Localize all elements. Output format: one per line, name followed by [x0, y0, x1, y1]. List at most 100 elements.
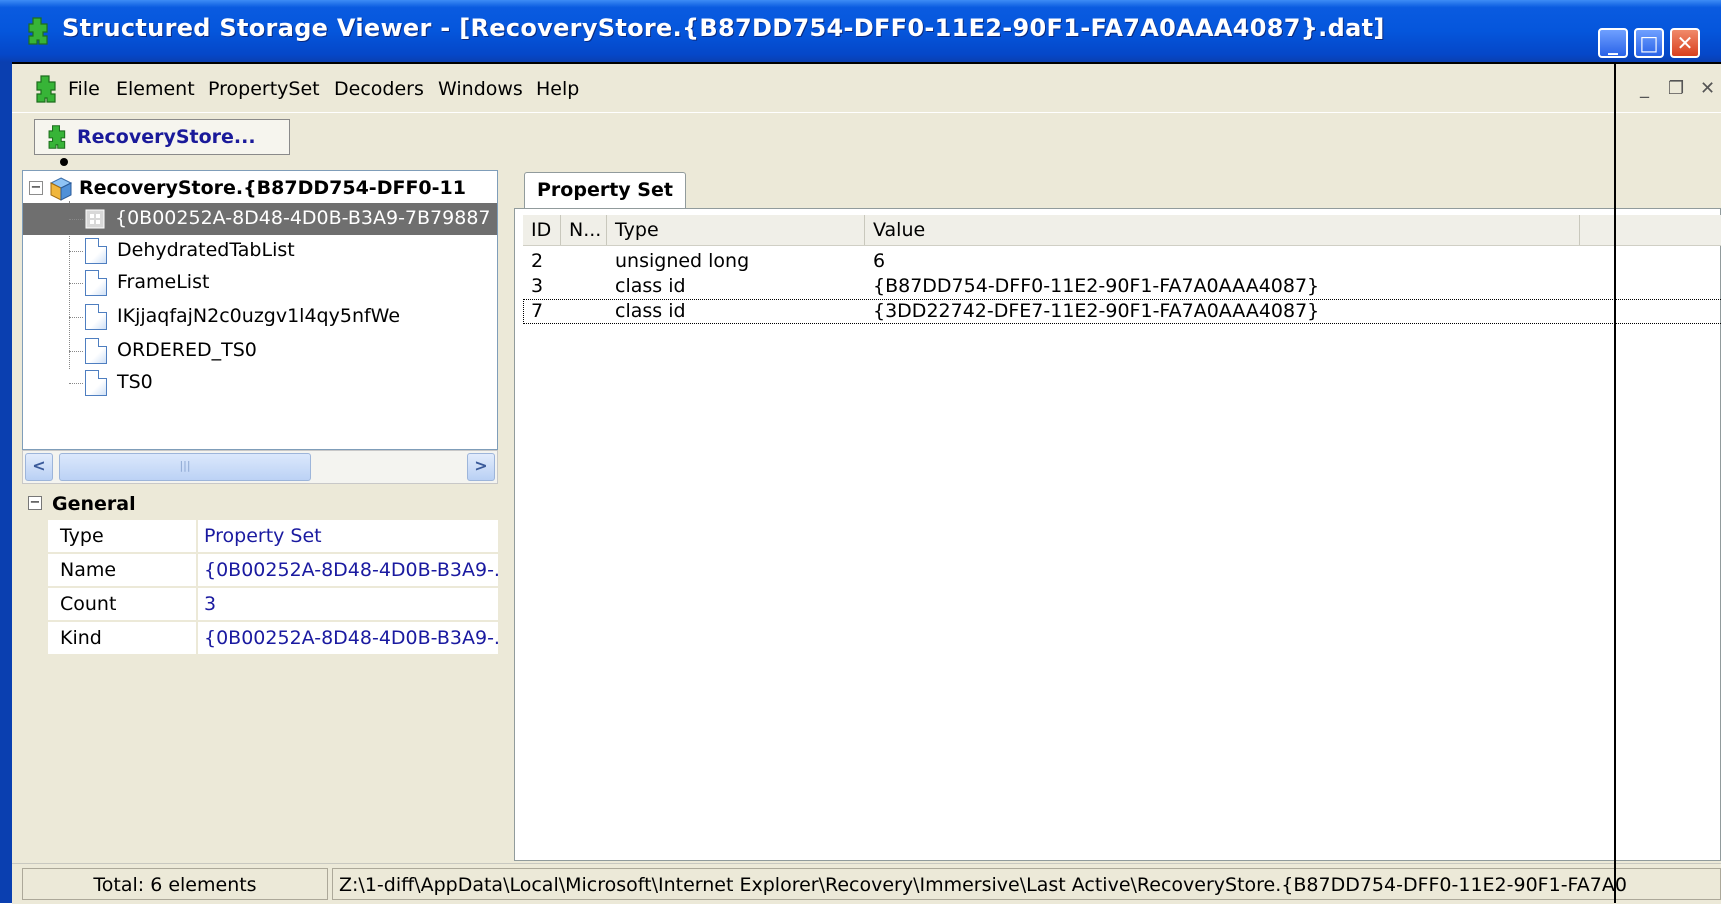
minimize-button[interactable]: _	[1598, 28, 1628, 58]
scroll-right-button[interactable]: >	[467, 453, 495, 481]
menu-windows[interactable]: Windows	[438, 78, 523, 100]
menu-decoders[interactable]: Decoders	[334, 78, 424, 100]
menu-file[interactable]: File	[68, 78, 100, 100]
table-row[interactable]: 3 class id {B87DD754-DFF0-11E2-90F1-FA7A…	[523, 274, 1721, 299]
tree-guide-branch	[69, 317, 83, 318]
property-set-pane: Property Set ID N... Type Value 2 unsign…	[506, 170, 1721, 861]
list-header: ID N... Type Value	[523, 215, 1721, 246]
tree-guide-branch	[69, 351, 83, 352]
menu-element[interactable]: Element	[116, 78, 195, 100]
mdi-puzzle-icon[interactable]	[30, 74, 60, 104]
close-button[interactable]: ✕	[1670, 28, 1700, 58]
stream-icon	[85, 270, 107, 296]
cell-name	[561, 274, 607, 299]
cell-value: {B87DD754-DFF0-11E2-90F1-FA7A0AAA4087}	[873, 275, 1320, 297]
tab-property-set[interactable]: Property Set	[524, 172, 686, 208]
tree-item-label: IKjjaqfajN2c0uzgv1l4qy5nfWe	[117, 305, 401, 327]
table-row-focused[interactable]: 7 class id {3DD22742-DFE7-11E2-90F1-FA7A…	[523, 299, 1721, 324]
tree-item-label: ORDERED_TS0	[117, 339, 257, 361]
document-tab-label: RecoveryStore...	[77, 126, 256, 148]
property-group-general[interactable]: − General	[22, 488, 498, 520]
tree-guide-branch	[69, 251, 83, 252]
cell-type: class id	[615, 300, 686, 322]
mdi-close-button[interactable]: ✕	[1700, 78, 1715, 99]
property-rows: Type Property Set Name {0B00252A-8D48-4D…	[22, 520, 498, 656]
mdi-minimize-button[interactable]: _	[1640, 78, 1649, 99]
property-row-name[interactable]: Name {0B00252A-8D48-4D0B-B3A9-...	[22, 554, 498, 588]
property-value: {0B00252A-8D48-4D0B-B3A9-...	[198, 622, 498, 655]
cell-type: class id	[615, 275, 686, 297]
cell-id: 2	[531, 250, 544, 272]
tree-item-label: {0B00252A-8D48-4D0B-B3A9-7B79887	[115, 207, 491, 229]
tree-item-ts0[interactable]: TS0	[23, 367, 497, 399]
cell-name	[561, 299, 607, 324]
scroll-left-button[interactable]: <	[25, 453, 53, 481]
tree-item-framelist[interactable]: FrameList	[23, 267, 497, 299]
tree-item-ordered-ts0[interactable]: ORDERED_TS0	[23, 335, 497, 367]
property-row-count[interactable]: Count 3	[22, 588, 498, 622]
document-tab-strip: RecoveryStore...	[12, 112, 1721, 163]
propertyset-icon	[85, 209, 105, 229]
tree-item-label: TS0	[117, 371, 153, 393]
cursor-dot-marker	[60, 158, 68, 166]
status-bar: Total: 6 elements Z:\1-diff\AppData\Loca…	[12, 863, 1721, 904]
storage-tree[interactable]: − RecoveryStore.{B87DD754-DFF0-11 {0B002…	[22, 170, 498, 450]
tree-item-ikjjaqfaj[interactable]: IKjjaqfajN2c0uzgv1l4qy5nfWe	[23, 301, 497, 333]
tree-guide-branch	[69, 219, 83, 220]
close-icon: ✕	[1676, 31, 1694, 55]
menu-propertyset[interactable]: PropertySet	[208, 78, 320, 100]
maximize-icon: □	[1639, 31, 1659, 55]
collapse-icon[interactable]: −	[29, 181, 43, 195]
property-value: Property Set	[198, 520, 498, 553]
tree-horizontal-scrollbar[interactable]: < ||| >	[22, 450, 498, 484]
cell-type: unsigned long	[615, 250, 750, 272]
mdi-restore-button[interactable]: ❐	[1668, 78, 1684, 99]
cell-id: 7	[531, 300, 544, 322]
property-grid: − General Type Property Set Name {0B0025…	[22, 486, 498, 859]
status-path: Z:\1-diff\AppData\Local\Microsoft\Intern…	[332, 868, 1721, 900]
document-puzzle-icon	[48, 125, 66, 149]
tree-root-label: RecoveryStore.{B87DD754-DFF0-11	[79, 177, 466, 199]
column-header-name[interactable]: N...	[561, 215, 607, 245]
minimize-icon: _	[1608, 31, 1618, 55]
cell-name	[561, 249, 607, 274]
window-title: Structured Storage Viewer - [RecoverySto…	[62, 14, 1385, 42]
overlay-vertical-line	[1614, 62, 1616, 903]
property-value: {0B00252A-8D48-4D0B-B3A9-...	[198, 554, 498, 587]
storage-cube-icon	[49, 177, 73, 201]
property-row-type[interactable]: Type Property Set	[22, 520, 498, 554]
client-border	[12, 62, 1721, 64]
column-header-type[interactable]: Type	[607, 215, 865, 245]
column-header-id[interactable]: ID	[523, 215, 561, 245]
document-tab-recoverystore[interactable]: RecoveryStore...	[34, 119, 290, 155]
tab-label: Property Set	[537, 179, 673, 201]
property-key: Count	[48, 588, 196, 621]
scroll-thumb[interactable]: |||	[59, 453, 311, 481]
tree-item-label: FrameList	[117, 271, 210, 293]
cell-value: 6	[873, 250, 886, 272]
status-total: Total: 6 elements	[22, 868, 328, 900]
pane-splitter[interactable]	[498, 170, 506, 859]
property-group-label: General	[52, 493, 136, 515]
stream-icon	[85, 238, 107, 264]
cell-value: {3DD22742-DFE7-11E2-90F1-FA7A0AAA4087}	[873, 300, 1320, 322]
menu-help[interactable]: Help	[536, 78, 579, 100]
tree-item-propertyset[interactable]: {0B00252A-8D48-4D0B-B3A9-7B79887	[23, 203, 497, 235]
tree-item-dehydratedtablist[interactable]: DehydratedTabList	[23, 235, 497, 267]
property-row-kind[interactable]: Kind {0B00252A-8D48-4D0B-B3A9-...	[22, 622, 498, 656]
property-key: Name	[48, 554, 196, 587]
property-list[interactable]: ID N... Type Value 2 unsigned long 6 3 c…	[514, 208, 1721, 861]
app-window: Structured Storage Viewer - [RecoverySto…	[0, 0, 1721, 904]
maximize-button[interactable]: □	[1634, 28, 1664, 58]
property-key: Kind	[48, 622, 196, 655]
tree-root[interactable]: − RecoveryStore.{B87DD754-DFF0-11	[23, 173, 497, 205]
property-value: 3	[198, 588, 498, 621]
collapse-icon[interactable]: −	[28, 496, 42, 510]
stream-icon	[85, 370, 107, 396]
title-bar[interactable]: Structured Storage Viewer - [RecoverySto…	[0, 0, 1721, 62]
column-header-value[interactable]: Value	[865, 215, 1580, 245]
table-row[interactable]: 2 unsigned long 6	[523, 249, 1721, 274]
stream-icon	[85, 338, 107, 364]
app-puzzle-icon	[28, 17, 48, 45]
tree-guide-branch	[69, 383, 83, 384]
